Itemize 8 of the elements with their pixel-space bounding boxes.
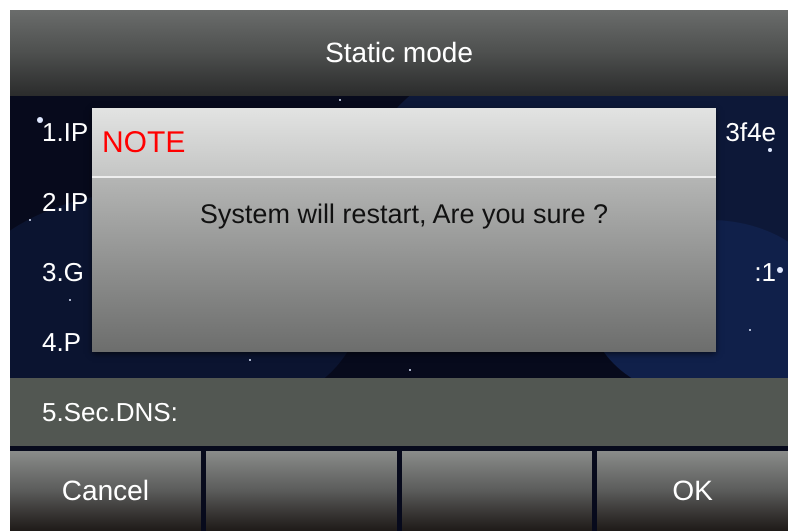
softkey[interactable] xyxy=(206,451,396,531)
softkey[interactable]: OK xyxy=(597,451,788,531)
softkey[interactable]: Cancel xyxy=(10,451,201,531)
screen-title: Static mode xyxy=(325,36,473,70)
softkey[interactable] xyxy=(402,451,592,531)
menu-item[interactable]: 5.Sec.DNS: xyxy=(10,378,788,446)
dialog-title: NOTE xyxy=(102,124,186,160)
dialog-message: System will restart, Are you sure ? xyxy=(200,198,608,231)
